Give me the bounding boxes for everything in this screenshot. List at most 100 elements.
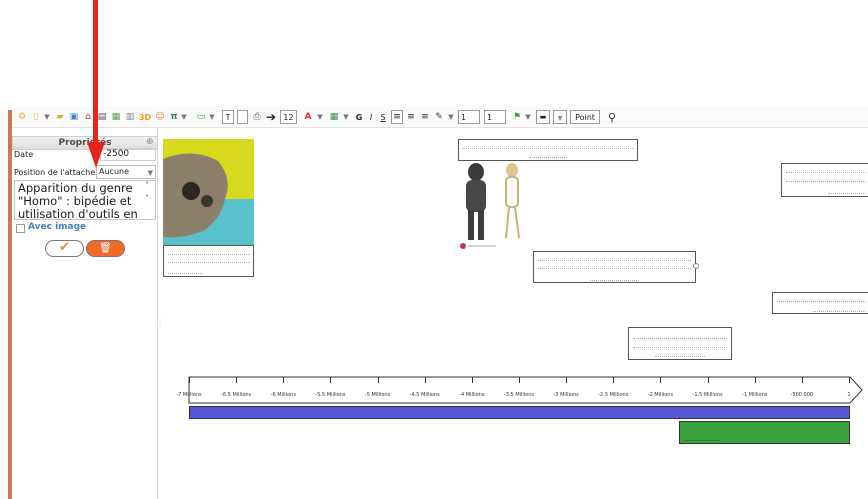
skull-image[interactable] <box>163 139 254 245</box>
chevron-down-icon[interactable]: ▼ <box>180 110 188 124</box>
hominid-leg <box>468 210 474 240</box>
timeline-tick-label: -3 Millions <box>553 392 579 398</box>
delete-button[interactable]: 🗑 <box>86 240 125 257</box>
timeline-tick <box>330 377 332 383</box>
skeleton-leg <box>514 206 520 239</box>
text-line <box>463 148 633 149</box>
rectangle-icon[interactable] <box>237 110 248 124</box>
skull-eye-socket <box>182 182 200 200</box>
location-pin-icon[interactable]: ⚲ <box>606 110 618 124</box>
timeline-tick-label: -4 Millions <box>459 392 485 398</box>
text-line <box>786 181 866 182</box>
annotation-arrow <box>87 0 105 168</box>
open-folder-icon[interactable]: ▰ <box>54 110 66 124</box>
align-center-icon[interactable]: ≡ <box>405 110 417 124</box>
skeleton-head <box>506 163 518 177</box>
new-file-icon[interactable]: ▯ <box>30 110 42 124</box>
annotation-arrow-shaft <box>93 0 98 145</box>
text-line <box>655 356 705 357</box>
text-line <box>529 157 567 158</box>
italic-button[interactable]: I <box>366 110 376 124</box>
with-image-label: Avec image <box>28 222 87 232</box>
text-style-icon[interactable]: π <box>168 110 180 124</box>
line-width-select[interactable]: 1 <box>458 110 480 124</box>
timeline-tick <box>519 377 520 383</box>
chevron-down-icon[interactable]: ▼ <box>524 110 532 124</box>
bold-button[interactable]: G <box>354 110 364 124</box>
timeline-tick-label: -2.5 Millions <box>598 392 629 398</box>
scroll-up-icon[interactable]: ˄ <box>145 181 149 190</box>
font-size-input[interactable]: 12 <box>280 110 297 124</box>
timeline-tick-label: -5.5 Millions <box>315 392 346 398</box>
three-d-button[interactable]: 3D <box>138 110 152 124</box>
text-box-icon[interactable]: T <box>222 110 234 124</box>
new-icon[interactable]: ⚙ <box>16 110 28 124</box>
hominids-image[interactable] <box>456 158 531 250</box>
frame-icon[interactable]: ▭ <box>194 110 208 124</box>
scroll-down-icon[interactable]: ˅ <box>145 194 149 203</box>
date-label: Date <box>14 150 34 159</box>
line-color-icon[interactable]: ✎ <box>433 110 445 124</box>
attach-handle[interactable] <box>693 263 699 269</box>
checkmark-icon: ✔ <box>59 240 70 255</box>
timeline-tick-label: -7 Millions <box>176 392 202 398</box>
timeline-tick-label: -1 Millions <box>742 392 768 398</box>
hominid-leg <box>478 210 484 240</box>
text-line <box>633 338 727 339</box>
trash-icon: 🗑 <box>99 243 112 254</box>
period-bar-green[interactable] <box>679 421 850 444</box>
flag-icon[interactable]: ⚑ <box>510 110 524 124</box>
timeline-tick-label: -4.5 Millions <box>409 392 440 398</box>
print-icon[interactable]: ⎙ <box>251 110 263 124</box>
collapse-icon[interactable]: ⊕ <box>146 137 154 147</box>
scale-icon[interactable]: ╦ <box>553 110 567 124</box>
chevron-down-icon[interactable]: ▼ <box>43 110 51 124</box>
timeline-arrow[interactable] <box>188 376 868 404</box>
text-line <box>538 260 691 261</box>
ruler-icon[interactable]: ▬ <box>536 110 550 124</box>
resize-handle[interactable]: ⋮ <box>156 318 164 327</box>
layout-icon[interactable]: ▥ <box>124 110 136 124</box>
text-line <box>590 280 639 281</box>
table-icon[interactable]: ▦ <box>110 110 122 124</box>
chevron-down-icon[interactable]: ▼ <box>447 110 455 124</box>
text-line <box>777 301 866 302</box>
with-image-checkbox[interactable] <box>16 224 25 233</box>
line-style-select[interactable]: 1 <box>484 110 506 124</box>
smiley-icon[interactable]: ☺ <box>154 110 166 124</box>
event-box[interactable] <box>458 139 638 161</box>
skull-cavity <box>201 195 213 207</box>
timeline-tick <box>849 377 850 383</box>
font-color-icon[interactable]: A <box>302 110 314 124</box>
chevron-down-icon[interactable]: ▼ <box>316 110 324 124</box>
unit-select[interactable]: Point <box>570 110 600 124</box>
event-box[interactable] <box>781 163 868 197</box>
text-line <box>538 268 691 269</box>
timeline-tick <box>707 377 709 383</box>
skeleton-leg <box>505 206 510 239</box>
period-bar-blue[interactable] <box>189 406 850 419</box>
description-textarea[interactable]: Apparition du genre "Homo" : bipédie et … <box>14 180 156 220</box>
arrow-right-icon[interactable]: ➔ <box>265 110 277 124</box>
confirm-button[interactable]: ✔ <box>45 240 84 257</box>
text-line <box>168 262 249 263</box>
chevron-down-icon[interactable]: ▼ <box>342 110 350 124</box>
image-marker-icon <box>460 243 466 249</box>
event-box[interactable] <box>533 251 699 283</box>
timeline-tick <box>660 377 662 383</box>
event-box[interactable] <box>628 327 732 360</box>
align-right-icon[interactable]: ≡ <box>419 110 431 124</box>
fill-color-icon[interactable]: ▦ <box>328 110 340 124</box>
text-line <box>786 172 866 173</box>
event-box[interactable] <box>163 245 254 277</box>
text-line <box>684 440 719 441</box>
date-field[interactable]: -2500 <box>100 148 156 161</box>
chevron-down-icon[interactable]: ▼ <box>208 110 216 124</box>
align-left-icon[interactable]: ≡ <box>391 110 403 124</box>
toolbar: ⚙ ▯ ▼ ▰ ▣ ⌂ ▤ ▦ ▥ 3D ☺ π ▼ ▭ ▼ T ⎙ ➔ 12 … <box>12 106 868 128</box>
event-box[interactable] <box>772 292 868 314</box>
annotation-arrow-head <box>87 142 105 168</box>
save-icon[interactable]: ▣ <box>68 110 80 124</box>
underline-button[interactable]: S <box>378 110 388 124</box>
timeline-tick-label: -2 Millions <box>647 392 674 398</box>
